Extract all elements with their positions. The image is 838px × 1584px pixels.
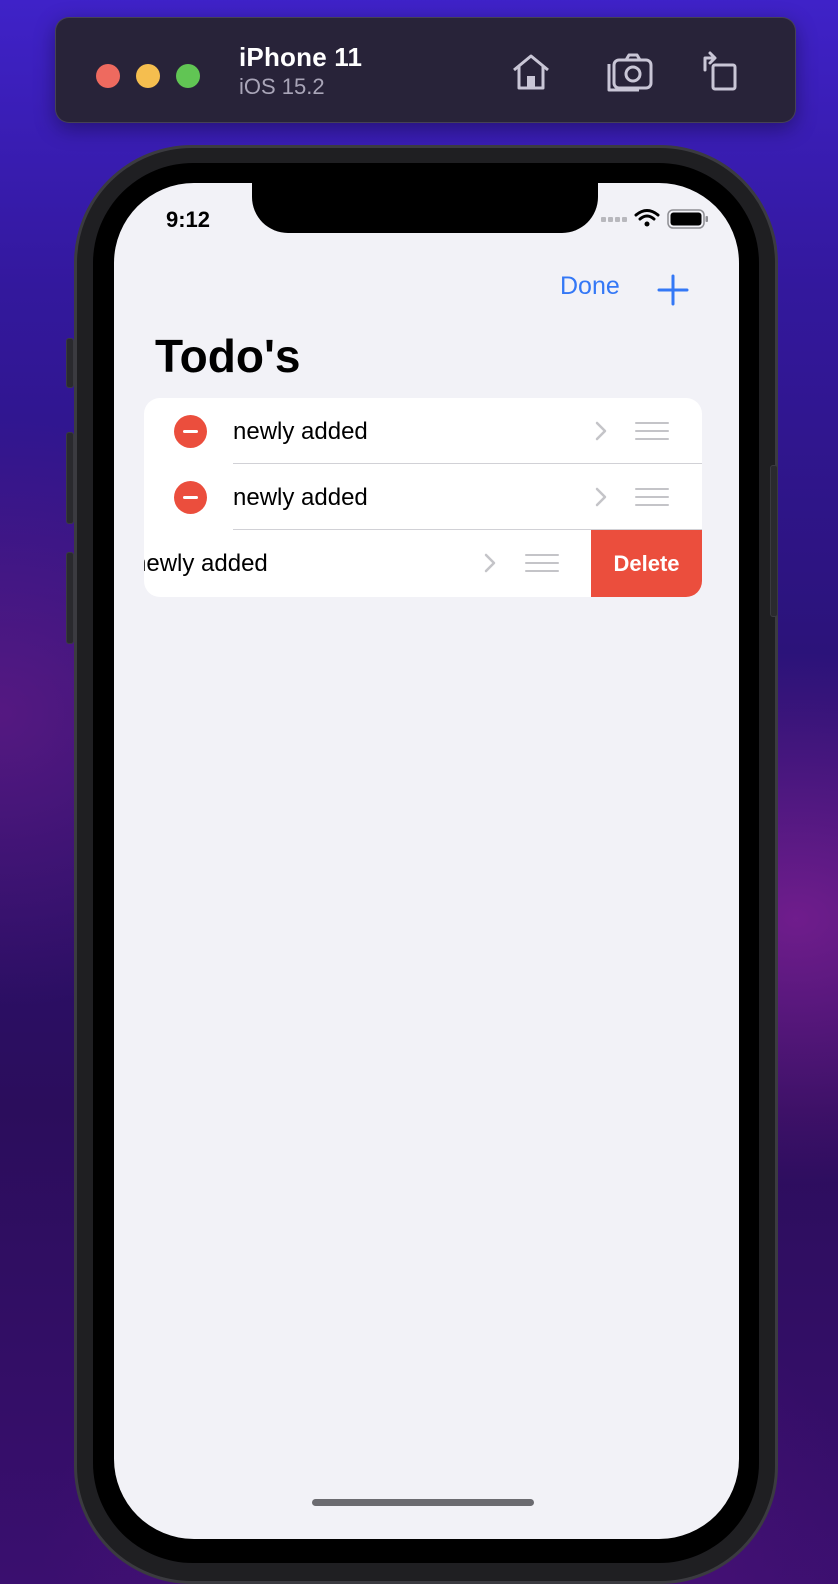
device-os-version: iOS 15.2 [239,74,325,99]
swipe-delete-button[interactable]: Delete [591,530,702,597]
status-time: 9:12 [166,207,211,232]
home-icon[interactable] [507,48,555,96]
delete-toggle-button[interactable] [174,481,207,514]
page-title: Todo's [155,330,301,382]
done-button[interactable]: Done [560,272,620,301]
power-button [770,465,778,617]
screenshot-icon[interactable] [606,48,654,96]
zoom-window-button[interactable] [176,64,200,88]
chevron-right-icon [484,553,496,573]
add-todo-button[interactable] [654,271,692,309]
rotate-icon[interactable] [696,48,744,96]
close-window-button[interactable] [96,64,120,88]
status-icons [601,209,708,229]
volume-up-button [66,432,74,524]
wifi-icon [634,209,660,227]
reorder-handle[interactable] [635,488,669,506]
silent-switch [66,338,74,388]
todo-row[interactable]: newly added [144,398,702,464]
minimize-window-button[interactable] [136,64,160,88]
chevron-right-icon [595,487,607,507]
todo-row-swiped[interactable]: newly added Delete [144,530,702,597]
plus-icon [657,274,689,306]
phone-screen: 9:12 Done Todo's newly added newly added… [114,183,739,1539]
todo-label: newly added [144,550,268,577]
reorder-handle[interactable] [635,422,669,440]
todo-label: newly added [233,418,368,445]
cellular-icon [601,217,627,222]
device-name: iPhone 11 [239,42,363,72]
todo-row[interactable]: newly added [144,464,702,530]
todo-label: newly added [233,484,368,511]
volume-down-button [66,552,74,644]
simulator-toolbar: iPhone 11 iOS 15.2 [55,17,796,123]
chevron-right-icon [595,421,607,441]
todo-list: newly added newly added newly added Dele… [144,398,702,597]
reorder-handle[interactable] [525,554,559,572]
notch [252,183,598,233]
delete-toggle-button[interactable] [174,415,207,448]
home-indicator[interactable] [312,1499,534,1506]
battery-icon [667,209,708,229]
